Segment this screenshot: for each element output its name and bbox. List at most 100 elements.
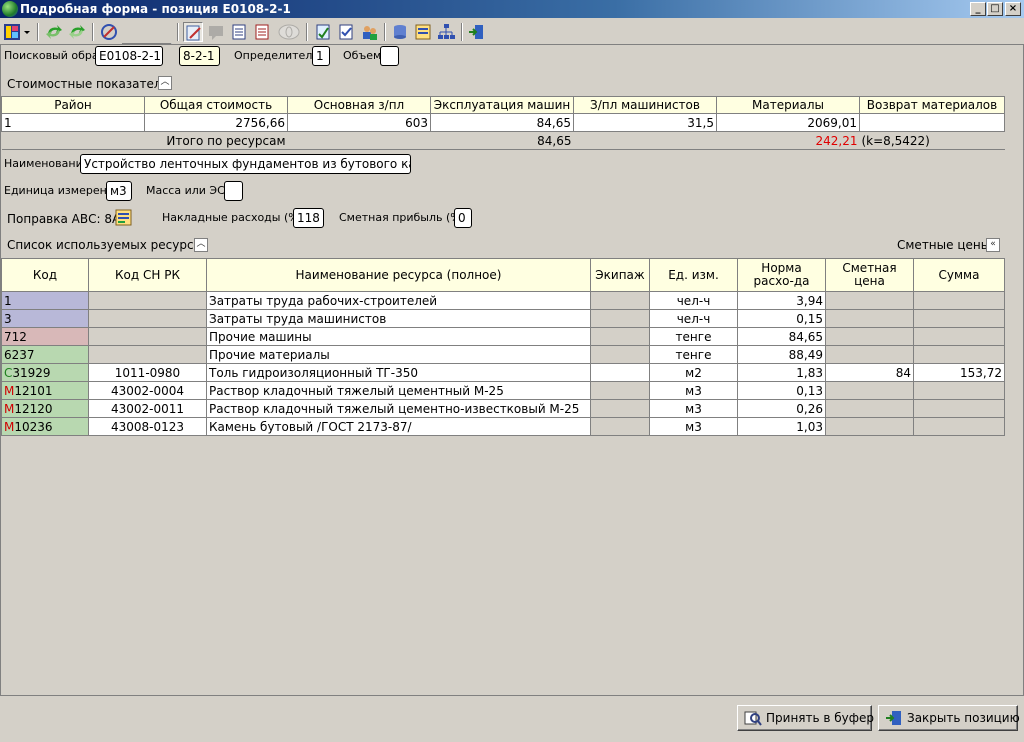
accept-to-buffer-button[interactable]: Принять в буфер: [737, 705, 874, 731]
res-price[interactable]: [825, 381, 914, 400]
res-crew[interactable]: [590, 309, 650, 328]
res-price[interactable]: 84: [825, 363, 914, 382]
res-sum[interactable]: [913, 381, 1005, 400]
overhead-field[interactable]: 118: [293, 208, 324, 228]
cost-col-header[interactable]: Материалы: [716, 96, 860, 114]
res-price[interactable]: [825, 417, 914, 436]
res-code[interactable]: 6237: [1, 345, 89, 364]
res-sum[interactable]: [913, 291, 1005, 310]
res-sn-code[interactable]: 43008-0123: [88, 417, 207, 436]
table-row[interactable]: М12120 43002-0011 Раствор кладочный тяже…: [1, 399, 1005, 418]
res-unit[interactable]: чел-ч: [649, 291, 738, 310]
table-row[interactable]: 3 Затраты труда машинистов чел-ч 0,15: [1, 309, 1005, 328]
res-col-header[interactable]: Экипаж: [590, 258, 650, 292]
res-sum[interactable]: [913, 399, 1005, 418]
res-sum[interactable]: [913, 309, 1005, 328]
collapse-up-icon[interactable]: ︿: [158, 76, 172, 90]
exit-icon[interactable]: [467, 22, 487, 42]
comment-icon[interactable]: [206, 22, 226, 42]
cost-col-header[interactable]: Район: [1, 96, 145, 114]
res-norm[interactable]: 1,83: [737, 363, 826, 382]
res-code[interactable]: 3: [1, 309, 89, 328]
name-field[interactable]: Устройство ленточных фундаментов из буто…: [80, 154, 411, 174]
dropdown-arrow-icon[interactable]: [21, 22, 33, 42]
res-sum[interactable]: [913, 327, 1005, 346]
res-col-header[interactable]: Норма расхо-да: [737, 258, 826, 292]
checklist-icon[interactable]: [336, 22, 356, 42]
abc-settings-icon[interactable]: [115, 209, 133, 227]
mass-field[interactable]: [224, 181, 243, 201]
res-crew[interactable]: [590, 399, 650, 418]
res-code[interactable]: М10236: [1, 417, 89, 436]
compass-icon[interactable]: [99, 22, 119, 42]
res-unit[interactable]: м3: [649, 399, 738, 418]
cost-cell[interactable]: 84,65: [430, 113, 574, 132]
cost-col-header[interactable]: Эксплуатация машин: [430, 96, 574, 114]
res-sn-code[interactable]: 1011-0980: [88, 363, 207, 382]
edit-pen-icon[interactable]: [183, 22, 203, 42]
cost-cell[interactable]: 2756,66: [144, 113, 288, 132]
res-price[interactable]: [825, 345, 914, 364]
res-norm[interactable]: 0,13: [737, 381, 826, 400]
res-name[interactable]: Камень бутовый /ГОСТ 2173-87/: [206, 417, 591, 436]
res-crew[interactable]: [590, 345, 650, 364]
table-row[interactable]: М10236 43008-0123 Камень бутовый /ГОСТ 2…: [1, 417, 1005, 436]
users-icon[interactable]: [359, 22, 379, 42]
table-row[interactable]: М12101 43002-0004 Раствор кладочный тяже…: [1, 381, 1005, 400]
res-name[interactable]: Затраты труда машинистов: [206, 309, 591, 328]
res-unit[interactable]: чел-ч: [649, 309, 738, 328]
res-sn-code[interactable]: [88, 309, 207, 328]
minimize-button[interactable]: _: [970, 2, 986, 16]
price-list-icon[interactable]: [413, 22, 433, 42]
res-code[interactable]: 1: [1, 291, 89, 310]
res-col-header[interactable]: Код СН РК: [88, 258, 207, 292]
res-name[interactable]: Толь гидроизоляционный ТГ-350: [206, 363, 591, 382]
cost-col-header[interactable]: Общая стоимость: [144, 96, 288, 114]
database-icon[interactable]: [390, 22, 410, 42]
res-unit[interactable]: тенге: [649, 345, 738, 364]
cost-cell[interactable]: 2069,01: [716, 113, 860, 132]
report-icon[interactable]: [252, 22, 272, 42]
table-row[interactable]: С31929 1011-0980 Толь гидроизоляционный …: [1, 363, 1005, 382]
res-norm[interactable]: 0,15: [737, 309, 826, 328]
res-col-header[interactable]: Сумма: [913, 258, 1005, 292]
res-name[interactable]: Раствор кладочный тяжелый цементный М-25: [206, 381, 591, 400]
res-col-header[interactable]: Наименование ресурса (полное): [206, 258, 591, 292]
cost-col-header[interactable]: Основная з/пл: [287, 96, 431, 114]
res-col-header[interactable]: Код: [1, 258, 89, 292]
volume-field[interactable]: [380, 46, 399, 66]
res-unit[interactable]: м3: [649, 417, 738, 436]
maximize-button[interactable]: □: [987, 2, 1003, 16]
profit-field[interactable]: 0: [454, 208, 472, 228]
determinant-field[interactable]: 1: [312, 46, 330, 66]
cost-cell[interactable]: 1: [1, 113, 145, 132]
res-price[interactable]: [825, 327, 914, 346]
refresh-arrow-icon[interactable]: [67, 22, 87, 42]
res-sum[interactable]: [913, 417, 1005, 436]
close-window-button[interactable]: ×: [1005, 2, 1021, 16]
table-row[interactable]: 712 Прочие машины тенге 84,65: [1, 327, 1005, 346]
res-crew[interactable]: [590, 291, 650, 310]
res-code[interactable]: М12101: [1, 381, 89, 400]
res-crew[interactable]: [590, 327, 650, 346]
res-unit[interactable]: м2: [649, 363, 738, 382]
cost-row[interactable]: 1 2756,66 603 84,65 31,5 2069,01: [1, 113, 1005, 132]
res-unit[interactable]: тенге: [649, 327, 738, 346]
form-mode-icon[interactable]: [2, 22, 22, 42]
res-code[interactable]: М12120: [1, 399, 89, 418]
res-price[interactable]: [825, 291, 914, 310]
res-name[interactable]: Затраты труда рабочих-строителей: [206, 291, 591, 310]
res-code[interactable]: С31929: [1, 363, 89, 382]
res-norm[interactable]: 1,03: [737, 417, 826, 436]
table-row[interactable]: 1 Затраты труда рабочих-строителей чел-ч…: [1, 291, 1005, 310]
code-field[interactable]: 8-2-1: [179, 46, 220, 66]
search-field[interactable]: E0108-2-1: [95, 46, 163, 66]
res-price[interactable]: [825, 309, 914, 328]
res-name[interactable]: Прочие материалы: [206, 345, 591, 364]
res-crew[interactable]: [590, 417, 650, 436]
res-col-header[interactable]: Ед. изм.: [649, 258, 738, 292]
res-sn-code[interactable]: [88, 327, 207, 346]
res-crew[interactable]: [590, 363, 650, 382]
res-sn-code[interactable]: [88, 345, 207, 364]
unit-field[interactable]: м3: [106, 181, 132, 201]
